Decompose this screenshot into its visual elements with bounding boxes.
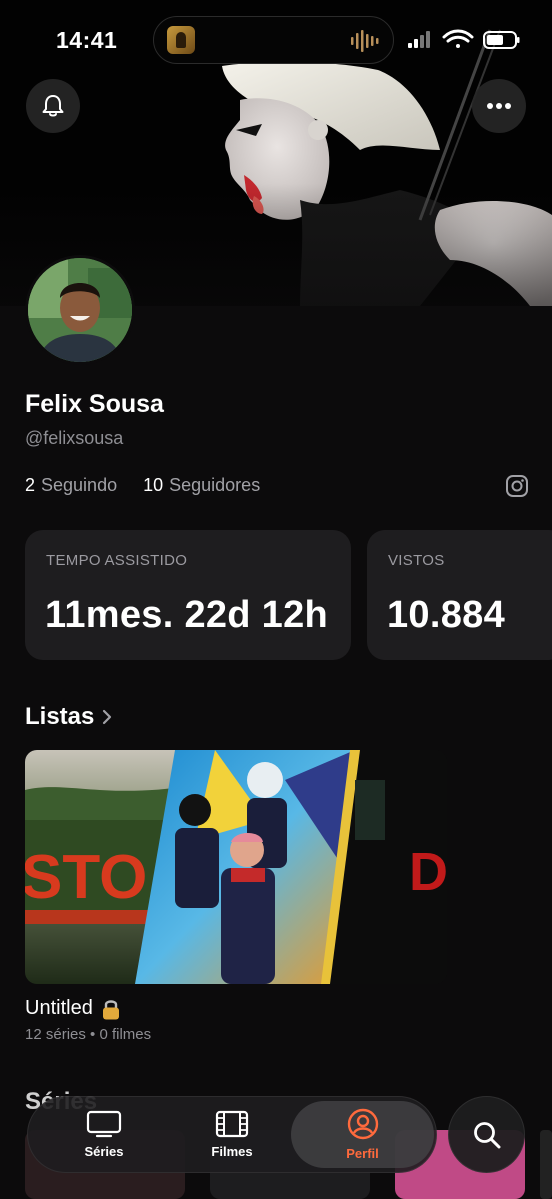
following-count: 2 [25, 475, 36, 495]
more-options-button[interactable] [472, 79, 526, 133]
signal-icon [408, 31, 430, 48]
tab-profile-label: Perfil [346, 1146, 379, 1161]
profile-icon [347, 1108, 378, 1140]
svg-text:STO: STO [25, 843, 147, 912]
album-art-icon [167, 26, 195, 54]
list-meta: 12 séries • 0 filmes [25, 1026, 152, 1043]
watch-time-value: 11mes. 22d 12h [45, 594, 329, 636]
svg-text:D: D [409, 842, 447, 902]
tab-films[interactable]: Filmes [164, 1097, 300, 1172]
audio-wave-icon [351, 30, 379, 52]
lists-title-text: Listas [25, 703, 95, 730]
search-icon [473, 1121, 500, 1148]
status-time: 14:41 [56, 27, 118, 53]
following-label: Seguindo [41, 475, 118, 495]
status-bar: 14:41 [0, 0, 552, 80]
followers-label: Seguidores [169, 475, 261, 495]
profile-handle: @felixsousa [25, 428, 124, 448]
watch-time-card[interactable]: TEMPO ASSISTIDO 11mes. 22d 12h [25, 530, 351, 660]
tab-series-label: Séries [84, 1144, 124, 1159]
avatar[interactable] [25, 255, 135, 365]
list-title[interactable]: Untitled [25, 997, 121, 1020]
watch-time-label: TEMPO ASSISTIDO [46, 552, 188, 569]
list-cover-collage: STO D [25, 750, 447, 984]
tab-profile[interactable]: Perfil [291, 1101, 434, 1168]
following-link[interactable]: 2 Seguindo [25, 475, 117, 496]
followers-count: 10 [143, 475, 164, 495]
watched-label: VISTOS [388, 552, 445, 569]
more-icon [487, 103, 511, 109]
watched-value: 10.884 [387, 594, 506, 636]
lists-section-title[interactable]: Listas [25, 703, 112, 731]
tv-icon [86, 1110, 122, 1138]
bell-icon [42, 95, 64, 117]
avatar-photo [28, 258, 132, 362]
wifi-icon [442, 29, 474, 48]
follow-stats: 2 Seguindo 10 Seguidores [25, 475, 260, 496]
tab-films-label: Filmes [211, 1144, 253, 1159]
search-button[interactable] [448, 1096, 525, 1173]
battery-icon [483, 31, 520, 49]
notifications-button[interactable] [26, 79, 80, 133]
list-title-text: Untitled [25, 997, 93, 1019]
bottom-tab-bar: Séries Filmes Perfil [27, 1096, 437, 1173]
followers-link[interactable]: 10 Seguidores [143, 475, 260, 496]
tab-series[interactable]: Séries [36, 1097, 172, 1172]
lock-icon [102, 999, 119, 1019]
system-status-icons [408, 29, 520, 49]
watched-card[interactable]: VISTOS 10.884 [367, 530, 552, 660]
profile-name: Felix Sousa [25, 390, 164, 418]
list-cover[interactable]: STO D [25, 750, 447, 984]
instagram-icon[interactable] [505, 474, 529, 498]
dynamic-island[interactable] [153, 16, 394, 64]
film-icon [215, 1110, 249, 1138]
chevron-right-icon [103, 709, 112, 725]
